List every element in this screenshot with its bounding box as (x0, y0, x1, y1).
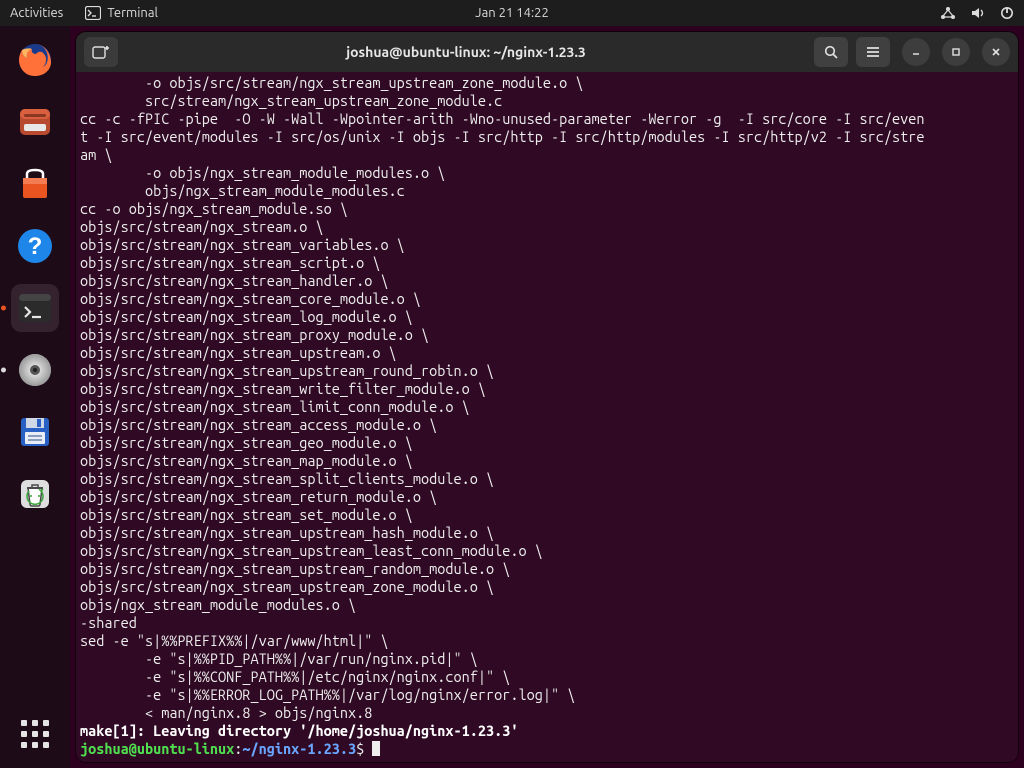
dock-trash[interactable] (11, 470, 59, 518)
menu-button[interactable] (856, 37, 890, 67)
dock: ? (0, 26, 70, 768)
minimize-button[interactable] (902, 38, 930, 66)
trash-icon (15, 474, 55, 514)
running-indicator-icon (1, 306, 6, 311)
dock-save[interactable] (11, 408, 59, 456)
activities-button[interactable]: Activities (10, 6, 63, 20)
window-title: joshua@ubuntu-linux: ~/nginx-1.23.3 (126, 44, 806, 60)
terminal-icon (15, 288, 55, 328)
dock-disks[interactable] (11, 346, 59, 394)
dock-terminal[interactable] (11, 284, 59, 332)
apps-grid-icon (21, 720, 49, 748)
new-tab-button[interactable] (84, 37, 118, 67)
close-button[interactable] (982, 38, 1010, 66)
clock[interactable]: Jan 21 14:22 (475, 6, 549, 20)
dock-software[interactable] (11, 160, 59, 208)
disc-icon (15, 350, 55, 390)
firefox-icon (15, 40, 55, 80)
help-icon: ? (15, 226, 55, 266)
running-indicator-icon (1, 368, 6, 373)
show-applications[interactable] (11, 710, 59, 758)
maximize-button[interactable] (942, 38, 970, 66)
dock-help[interactable]: ? (11, 222, 59, 270)
gnome-top-bar: Activities Terminal Jan 21 14:22 (0, 0, 1024, 26)
current-app-menu[interactable]: Terminal (85, 6, 158, 20)
current-app-label: Terminal (107, 6, 158, 20)
search-icon (823, 44, 839, 60)
dock-files[interactable] (11, 98, 59, 146)
network-icon[interactable] (940, 6, 956, 20)
titlebar: joshua@ubuntu-linux: ~/nginx-1.23.3 (76, 32, 1018, 72)
dock-firefox[interactable] (11, 36, 59, 84)
terminal-small-icon (85, 6, 101, 20)
close-icon (990, 46, 1002, 58)
power-icon[interactable] (1000, 6, 1014, 20)
terminal-window: joshua@ubuntu-linux: ~/nginx-1.23.3 -o o… (76, 32, 1018, 762)
search-button[interactable] (814, 37, 848, 67)
minimize-icon (910, 46, 922, 58)
floppy-icon (15, 412, 55, 452)
terminal-output[interactable]: -o objs/src/stream/ngx_stream_upstream_z… (76, 72, 1018, 762)
svg-text:?: ? (28, 233, 43, 260)
hamburger-icon (865, 45, 881, 59)
new-tab-icon (92, 44, 110, 60)
files-icon (15, 102, 55, 142)
volume-icon[interactable] (970, 6, 986, 20)
maximize-icon (950, 46, 962, 58)
software-icon (15, 164, 55, 204)
